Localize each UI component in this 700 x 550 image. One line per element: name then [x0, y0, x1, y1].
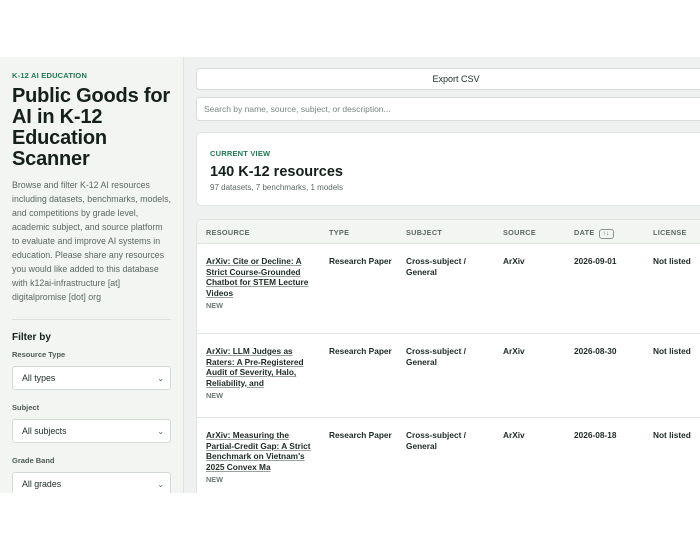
grade-band-value: All grades: [22, 479, 62, 489]
chevron-down-icon: ⌄: [157, 479, 164, 489]
resource-type-select[interactable]: All types ⌄: [12, 366, 171, 390]
app-title: Public Goods for AI in K-12 Education Sc…: [12, 85, 170, 170]
table-row[interactable]: ArXiv: Measuring the Partial-Credit Gap:…: [197, 418, 700, 493]
subject-label: Subject: [12, 403, 40, 412]
header-license[interactable]: LICENSE: [653, 228, 687, 237]
subject-select[interactable]: All subjects ⌄: [12, 419, 171, 443]
license-cell: Not listed: [653, 256, 691, 266]
resource-type-label: Resource Type: [12, 350, 66, 359]
chevron-down-icon: ⌄: [157, 426, 164, 436]
header-subject[interactable]: SUBJECT: [406, 228, 442, 237]
app-frame: K-12 AI EDUCATION Public Goods for AI in…: [0, 57, 700, 493]
type-cell: Research Paper: [329, 256, 392, 266]
header-source[interactable]: SOURCE: [503, 228, 536, 237]
date-cell: 2026-08-18: [574, 430, 617, 440]
resource-cell: ArXiv: Cite or Decline: A Strict Course-…: [206, 256, 316, 312]
app-eyebrow: K-12 AI EDUCATION: [12, 71, 88, 80]
sidebar-divider: [12, 319, 171, 320]
type-cell: Research Paper: [329, 430, 392, 440]
resource-title-link[interactable]: ArXiv: Cite or Decline: A Strict Course-…: [206, 256, 316, 298]
header-resource[interactable]: RESOURCE: [206, 228, 250, 237]
sort-icon[interactable]: ↑↓: [598, 229, 614, 239]
app-description: Browse and filter K-12 AI resources incl…: [12, 180, 171, 302]
new-badge: NEW: [206, 475, 224, 485]
current-view-label: CURRENT VIEW: [210, 149, 271, 158]
search-box: [196, 97, 700, 121]
subject-value: All subjects: [22, 426, 67, 436]
subject-cell: Cross-subject / General: [406, 256, 466, 277]
type-cell: Research Paper: [329, 346, 392, 356]
new-badge: NEW: [206, 391, 224, 401]
resource-type-value: All types: [22, 373, 56, 383]
resource-cell: ArXiv: LLM Judges as Raters: A Pre-Regis…: [206, 346, 316, 402]
date-cell: 2026-09-01: [574, 256, 617, 266]
subject-cell: Cross-subject / General: [406, 346, 466, 367]
table-row[interactable]: ArXiv: Cite or Decline: A Strict Course-…: [197, 244, 700, 334]
main-content: Export CSV CURRENT VIEW 140 K-12 resourc…: [196, 57, 700, 493]
header-date[interactable]: DATE ↑↓: [574, 228, 614, 239]
license-cell: Not listed: [653, 430, 691, 440]
source-cell: ArXiv: [503, 430, 525, 440]
resource-title-link[interactable]: ArXiv: LLM Judges as Raters: A Pre-Regis…: [206, 346, 316, 388]
current-view-card: CURRENT VIEW 140 K-12 resources 97 datas…: [196, 132, 700, 206]
header-type[interactable]: TYPE: [329, 228, 349, 237]
grade-band-label: Grade Band: [12, 456, 55, 465]
resource-count: 140 K-12 resources: [210, 164, 343, 180]
export-csv-button[interactable]: Export CSV: [196, 68, 700, 90]
source-cell: ArXiv: [503, 346, 525, 356]
new-badge: NEW: [206, 301, 224, 311]
sidebar: K-12 AI EDUCATION Public Goods for AI in…: [0, 57, 184, 493]
table-header: RESOURCE TYPE SUBJECT SOURCE DATE ↑↓ LICE…: [197, 220, 700, 244]
search-input[interactable]: [204, 104, 700, 114]
license-cell: Not listed: [653, 346, 691, 356]
date-cell: 2026-08-30: [574, 346, 617, 356]
table-row[interactable]: ArXiv: LLM Judges as Raters: A Pre-Regis…: [197, 334, 700, 418]
resource-cell: ArXiv: Measuring the Partial-Credit Gap:…: [206, 430, 316, 486]
filter-heading: Filter by: [12, 332, 51, 343]
grade-band-select[interactable]: All grades ⌄: [12, 472, 171, 493]
source-cell: ArXiv: [503, 256, 525, 266]
header-date-label: DATE: [574, 228, 595, 237]
resources-table: RESOURCE TYPE SUBJECT SOURCE DATE ↑↓ LICE…: [196, 219, 700, 493]
resource-breakdown: 97 datasets, 7 benchmarks, 1 models: [210, 183, 343, 192]
chevron-down-icon: ⌄: [157, 373, 164, 383]
resource-title-link[interactable]: ArXiv: Measuring the Partial-Credit Gap:…: [206, 430, 316, 472]
subject-cell: Cross-subject / General: [406, 430, 466, 451]
